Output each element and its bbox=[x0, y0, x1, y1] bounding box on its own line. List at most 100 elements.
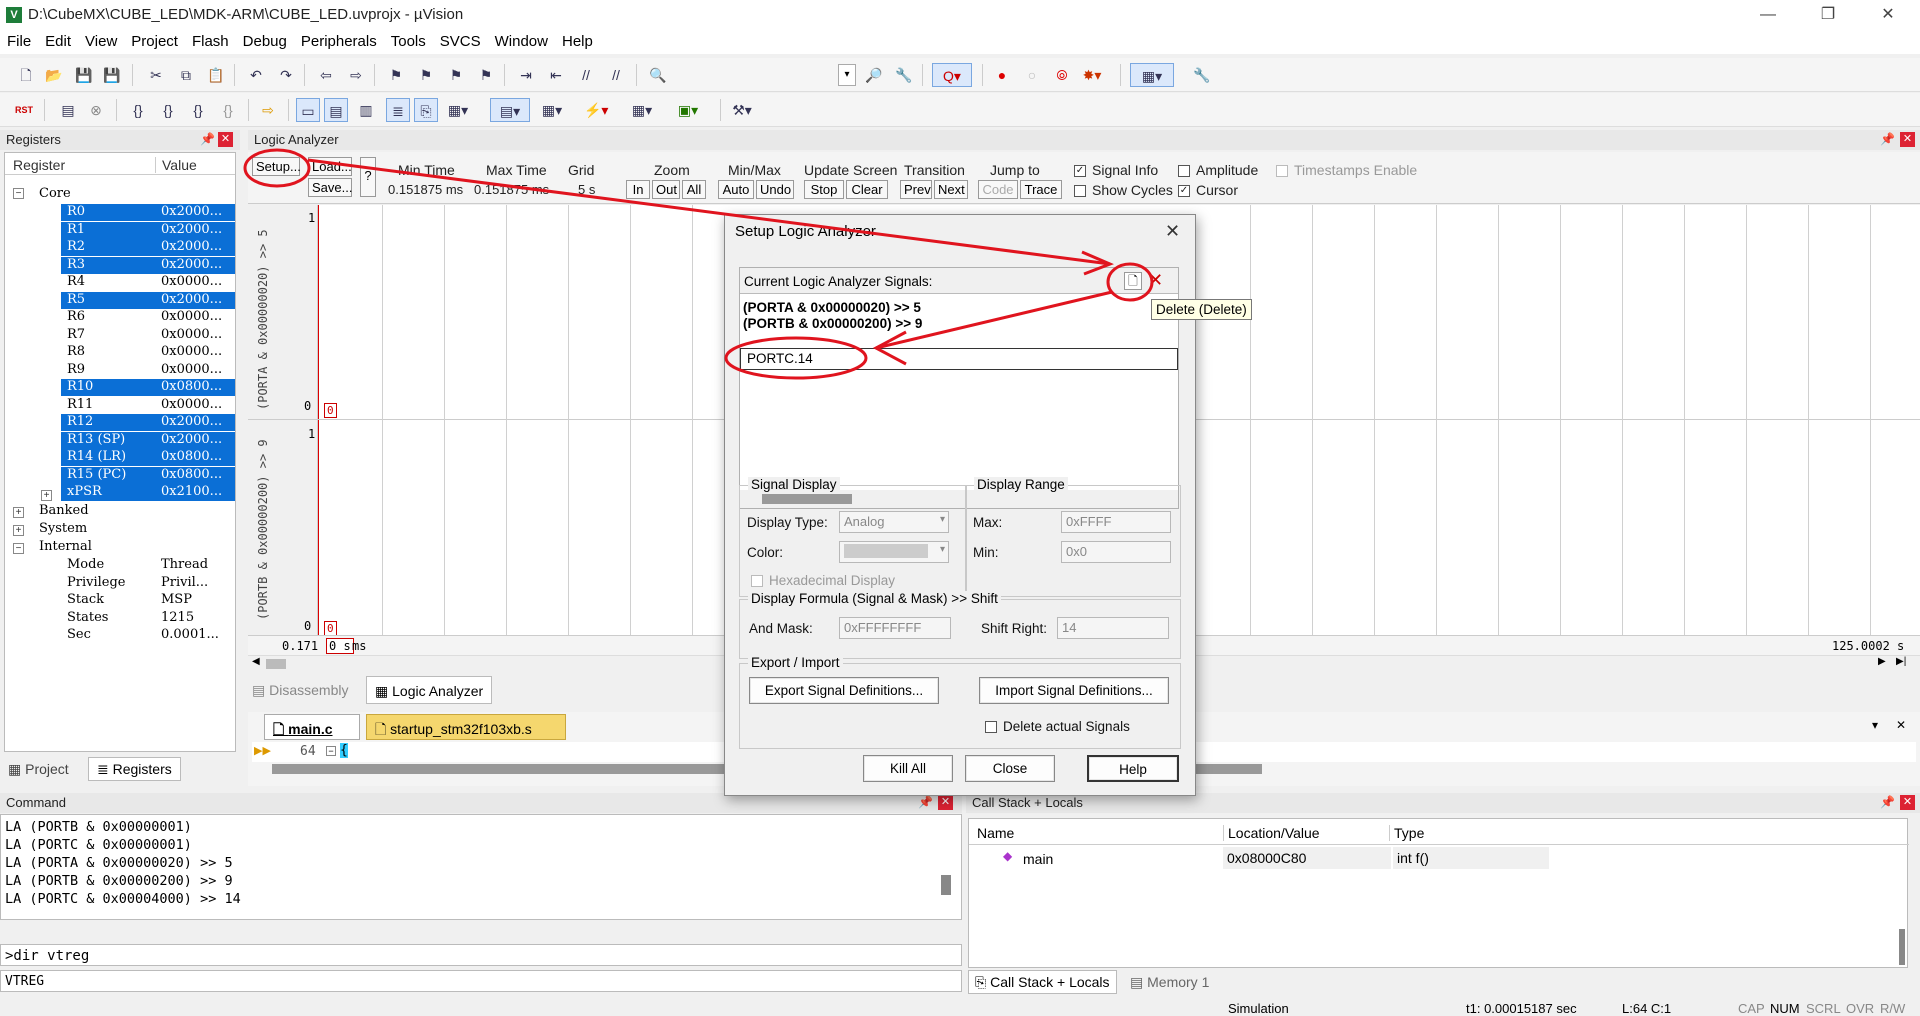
register-row[interactable]: R13 (SP) 0x2000... bbox=[61, 431, 235, 449]
command-input[interactable]: >dir vtreg bbox=[5, 948, 89, 964]
copy-icon[interactable]: ⧉ bbox=[174, 63, 198, 87]
expand-icon[interactable]: + bbox=[41, 490, 52, 501]
symbols-window-icon[interactable]: ▥ bbox=[354, 98, 378, 122]
trace-window-icon[interactable]: ▦▾ bbox=[630, 98, 654, 122]
configure-icon[interactable]: 🔧 bbox=[1190, 63, 1214, 87]
load-button[interactable]: Load... bbox=[308, 157, 352, 176]
save-icon[interactable]: 💾 bbox=[72, 63, 96, 87]
trace-button[interactable]: Trace bbox=[1020, 180, 1062, 199]
system-viewer-icon[interactable]: ▣▾ bbox=[676, 98, 700, 122]
checkbox[interactable] bbox=[1178, 165, 1190, 178]
cursor-option[interactable]: ✓ Cursor bbox=[1178, 182, 1238, 198]
register-row[interactable]: R1 0x2000... bbox=[61, 221, 235, 239]
collapse-icon[interactable]: − bbox=[13, 188, 24, 199]
zoom-all-button[interactable]: All bbox=[682, 180, 706, 199]
step-over-icon[interactable]: {} bbox=[156, 98, 180, 122]
breakpoint-disable-all-icon[interactable]: ⦾ bbox=[1050, 63, 1074, 87]
nav-forward-icon[interactable]: ⇨ bbox=[344, 63, 368, 87]
tab-startup[interactable]: 🗋 startup_stm32f103xb.s bbox=[366, 714, 566, 740]
stop-icon[interactable]: ⊗ bbox=[84, 98, 108, 122]
banked-group[interactable]: Banked bbox=[39, 503, 89, 520]
delete-signal-icon[interactable]: ✕ bbox=[1148, 270, 1163, 291]
step-out-icon[interactable]: {} bbox=[186, 98, 210, 122]
new-signal-icon[interactable]: 🗋 bbox=[1124, 272, 1142, 290]
timestamps-option[interactable]: Timestamps Enable bbox=[1276, 162, 1417, 178]
minimize-button[interactable]: — bbox=[1740, 0, 1796, 30]
menu-debug[interactable]: Debug bbox=[236, 30, 294, 53]
tab-memory[interactable]: ▤ Memory 1 bbox=[1130, 974, 1209, 991]
scroll-end-icon[interactable]: ▶| bbox=[1896, 656, 1906, 667]
shift-right-input[interactable]: 14 bbox=[1057, 617, 1169, 639]
checkbox-checked[interactable]: ✓ bbox=[1178, 185, 1190, 198]
display-type-select[interactable]: Analog ▾ bbox=[839, 511, 949, 533]
menu-flash[interactable]: Flash bbox=[185, 30, 236, 53]
step-icon[interactable]: {} bbox=[126, 98, 150, 122]
bookmark-prev-icon[interactable]: ⚑ bbox=[414, 63, 438, 87]
auto-button[interactable]: Auto bbox=[718, 180, 754, 199]
and-mask-input[interactable]: 0xFFFFFFFF bbox=[839, 617, 951, 639]
redo-icon[interactable]: ↷ bbox=[274, 63, 298, 87]
internal-row[interactable]: Stack MSP bbox=[61, 592, 235, 609]
disassembly-window-icon[interactable]: ▤ bbox=[324, 98, 348, 122]
help-dialog-button[interactable]: Help bbox=[1087, 755, 1179, 782]
breakpoint-icon[interactable]: ● bbox=[990, 63, 1014, 87]
menu-project[interactable]: Project bbox=[124, 30, 185, 53]
window-layout-icon[interactable]: ▦▾ bbox=[1130, 63, 1174, 87]
tab-dropdown-icon[interactable]: ▾ bbox=[1872, 718, 1878, 732]
cut-icon[interactable]: ✂ bbox=[144, 63, 168, 87]
register-row[interactable]: R10 0x0800... bbox=[61, 379, 235, 396]
signal-info-option[interactable]: ✓ Signal Info bbox=[1074, 162, 1158, 178]
expand-icon[interactable]: + bbox=[13, 525, 24, 536]
open-file-icon[interactable]: 📂 bbox=[42, 63, 66, 87]
internal-row[interactable]: Privilege Privil... bbox=[61, 575, 235, 592]
callstack-scroll-thumb[interactable] bbox=[1899, 929, 1905, 965]
register-row[interactable]: R2 0x2000... bbox=[61, 239, 235, 256]
zoom-in-button[interactable]: In bbox=[626, 180, 650, 199]
tab-registers[interactable]: ≣ Registers bbox=[88, 757, 181, 781]
close-icon[interactable]: ✕ bbox=[938, 795, 953, 810]
command-window-icon[interactable]: ▭ bbox=[296, 98, 320, 122]
setup-button[interactable]: Setup... bbox=[252, 157, 301, 176]
close-icon[interactable]: ✕ bbox=[1896, 718, 1906, 732]
pin-icon[interactable]: 📌 bbox=[1880, 132, 1895, 146]
find-in-files-icon[interactable]: 🔍 bbox=[646, 63, 670, 87]
registers-window-icon[interactable]: ≣ bbox=[386, 98, 410, 122]
prev-button[interactable]: Prev bbox=[900, 180, 932, 199]
core-group[interactable]: Core bbox=[39, 186, 71, 203]
save-all-icon[interactable]: 💾 bbox=[100, 63, 124, 87]
watch-window-icon[interactable]: ▦▾ bbox=[446, 98, 470, 122]
dialog-close-icon[interactable]: ✕ bbox=[1165, 221, 1180, 242]
unindent-icon[interactable]: ⇤ bbox=[544, 63, 568, 87]
export-signals-button[interactable]: Export Signal Definitions... bbox=[749, 677, 939, 704]
register-row[interactable]: R4 0x0000... bbox=[61, 274, 235, 291]
tab-disassembly[interactable]: ▤ Disassembly bbox=[252, 682, 348, 699]
pin-icon[interactable]: 📌 bbox=[1880, 795, 1895, 809]
reset-icon[interactable]: RST bbox=[12, 98, 36, 122]
bookmark-icon[interactable]: ⚑ bbox=[384, 63, 408, 87]
register-row[interactable]: R15 (PC) 0x0800... bbox=[61, 466, 235, 484]
restore-button[interactable]: ❐ bbox=[1800, 0, 1856, 30]
color-select[interactable]: ▾ bbox=[839, 541, 949, 563]
import-signals-button[interactable]: Import Signal Definitions... bbox=[979, 677, 1169, 704]
internal-row[interactable]: Mode Thread bbox=[61, 557, 235, 574]
tab-callstack[interactable]: ⎘ Call Stack + Locals bbox=[968, 970, 1117, 994]
code-button[interactable]: Code bbox=[978, 180, 1018, 199]
close-button[interactable]: ✕ bbox=[1860, 0, 1916, 30]
delete-actual-option[interactable]: Delete actual Signals bbox=[985, 719, 1130, 734]
bookmark-clear-icon[interactable]: ⚑ bbox=[474, 63, 498, 87]
indent-icon[interactable]: ⇥ bbox=[514, 63, 538, 87]
debug-session-icon[interactable]: Q▾ bbox=[932, 63, 972, 87]
zoom-out-button[interactable]: Out bbox=[652, 180, 680, 199]
show-next-statement-icon[interactable]: ⇨ bbox=[256, 98, 280, 122]
register-row[interactable]: R14 (LR) 0x0800... bbox=[61, 449, 235, 466]
stop-button[interactable]: Stop bbox=[804, 180, 844, 199]
tab-logic-analyzer[interactable]: ▦ Logic Analyzer bbox=[366, 676, 493, 704]
expand-icon[interactable]: + bbox=[13, 507, 24, 518]
breakpoint-disable-icon[interactable]: ○ bbox=[1020, 63, 1044, 87]
register-row[interactable]: R5 0x2000... bbox=[61, 291, 235, 309]
pin-icon[interactable]: 📌 bbox=[200, 132, 215, 146]
command-input-area[interactable]: >dir vtreg bbox=[0, 944, 962, 966]
comment-icon[interactable]: // bbox=[574, 63, 598, 87]
close-icon[interactable]: ✕ bbox=[1900, 132, 1915, 147]
max-input[interactable]: 0xFFFF bbox=[1061, 511, 1171, 533]
